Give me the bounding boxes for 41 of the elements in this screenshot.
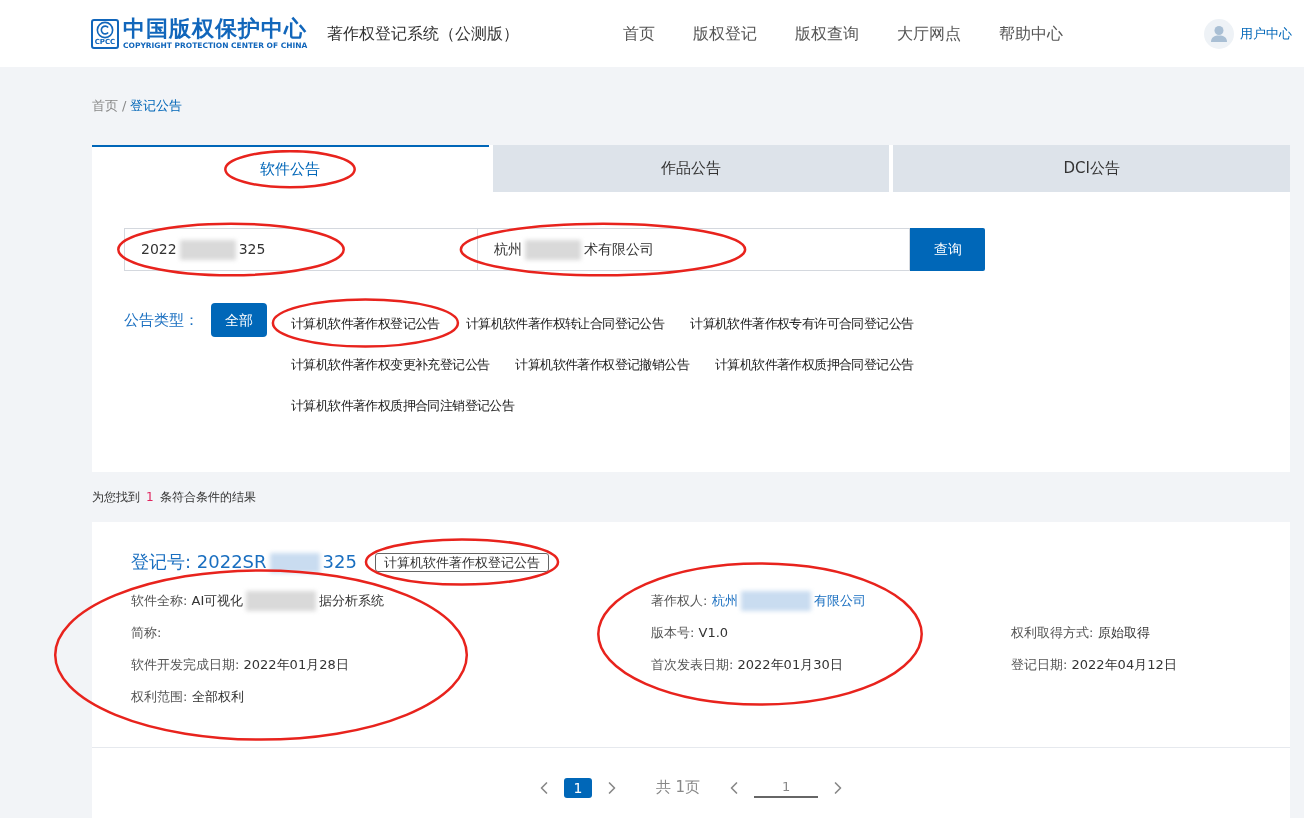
filter-option[interactable]: 计算机软件著作权质押合同注销登记公告 [291, 398, 515, 413]
info-field: 软件开发完成日期: 2022年01月28日 [131, 655, 349, 675]
nav-link[interactable]: 大厅网点 [897, 21, 962, 46]
tab[interactable]: 软件公告 [92, 145, 489, 192]
nav-link[interactable]: 版权查询 [795, 21, 860, 46]
breadcrumb-link[interactable]: 登记公告 [130, 96, 183, 116]
nav-link[interactable]: 首页 [623, 21, 656, 46]
filter-option[interactable]: 计算机软件著作权转让合同登记公告 [465, 316, 665, 331]
info-field: 版本号: V1.0 [651, 623, 729, 643]
total-pages: 共 1页 [655, 777, 701, 799]
filter-option[interactable]: 计算机软件著作权登记撤销公告 [515, 357, 689, 372]
search-field[interactable]: 2022 325 [124, 228, 478, 271]
registration-number[interactable]: 登记号: 2022SR 325 [131, 548, 357, 575]
filter-option[interactable]: 计算机软件著作权专有许可合同登记公告 [690, 316, 914, 331]
info-field: 简称: [131, 623, 162, 643]
info-field: 首次发表日期: 2022年01月30日 [651, 655, 843, 675]
search-field[interactable]: 杭州 术有限公司 [478, 228, 910, 271]
category-tag: 计算机软件著作权登记公告 [374, 552, 549, 572]
result-summary: 为您找到 1 条符合条件的结果 [92, 489, 257, 506]
filter-chip[interactable]: 全部 [211, 303, 267, 337]
logo-title: 中国版权保护中心 [123, 17, 308, 41]
copyright-icon [96, 21, 114, 39]
search-button[interactable]: 查询 [910, 228, 985, 271]
breadcrumb-separator: / [122, 97, 127, 116]
info-field: 登记日期: 2022年04月12日 [1011, 655, 1177, 675]
info-field: 权利取得方式: 原始取得 [1011, 623, 1150, 643]
user-center-link[interactable]: 用户中心 [1240, 23, 1292, 44]
tab[interactable]: 作品公告 [492, 145, 890, 192]
info-field: 软件全称: AI可视化 据分析系统 [131, 590, 385, 612]
page-jump-field[interactable]: 1 [754, 777, 819, 798]
filter-option[interactable]: 计算机软件著作权质押合同登记公告 [715, 357, 914, 372]
nav-link[interactable]: 版权登记 [693, 21, 758, 46]
page-button[interactable]: 1 [563, 777, 592, 798]
info-field: 权利范围: 全部权利 [131, 687, 244, 707]
nav-link[interactable]: 帮助中心 [999, 21, 1064, 46]
tab[interactable]: DCI公告 [893, 145, 1290, 192]
info-field: 著作权人: 杭州 有限公司 [651, 590, 866, 612]
system-title: 著作权登记系统（公测版） [327, 22, 520, 45]
filter-option[interactable]: 计算机软件著作权变更补充登记公告 [291, 357, 490, 372]
filter-label: 公告类型： [124, 310, 199, 331]
avatar-icon[interactable] [1204, 18, 1234, 49]
